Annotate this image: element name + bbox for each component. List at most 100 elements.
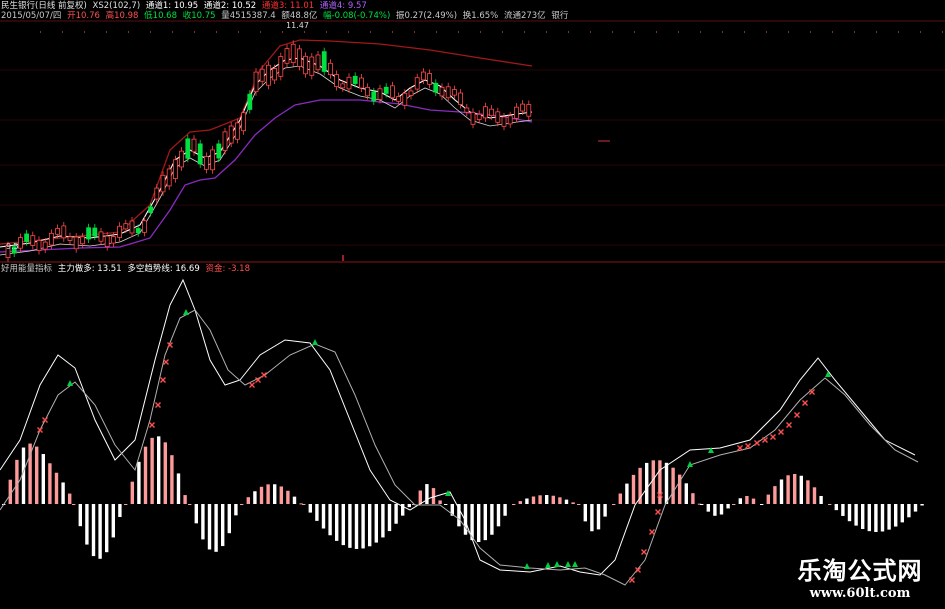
candle-body [203,156,209,170]
histogram-bar [732,504,736,505]
candle-body [42,241,48,250]
candle-body [439,86,445,97]
histogram-bar [577,504,581,505]
top-tick [128,31,129,33]
candle-body [247,93,253,110]
price-end-tick [598,140,610,142]
histogram-bar [819,495,823,504]
candle-body [507,115,513,125]
quote-amount: 额48.8亿 [281,11,318,21]
sell-marker-icon [42,417,48,423]
candle-body [135,228,141,234]
buy-marker-icon [524,563,530,569]
main-force-line [0,278,916,576]
candle-body [408,90,414,96]
candle-body [234,122,240,140]
histogram-bar [111,504,115,538]
candle-body [36,239,42,251]
histogram-bar [431,488,436,504]
sell-marker-icon [649,529,655,535]
candle-body [185,138,191,159]
candle-body [197,143,203,165]
histogram-bar [793,474,797,504]
candle-body [383,86,389,94]
histogram-bar [68,493,72,504]
histogram-bar [618,493,622,504]
candle-body [377,88,383,100]
candle-body [24,233,30,242]
histogram-bar [503,504,507,516]
histogram-bar [21,447,26,504]
quote-float: 流通273亿 [503,11,546,21]
stock-chart[interactable] [0,0,945,609]
candle-body [358,77,364,89]
top-tick [502,31,503,33]
histogram-bar [880,504,885,532]
candle-body [389,85,395,99]
top-tick [348,31,349,33]
histogram-bar [477,504,481,542]
candle-body [396,96,402,102]
histogram-bar [8,479,12,504]
histogram-bar [512,504,516,505]
quote-date: 2015/05/07/四 [1,11,62,21]
top-tick [238,31,239,33]
indicator-header: 好用能量指标 主力做多: 13.51 多空趋势线: 16.69 资金: -3.1… [1,264,253,274]
candle-body [278,56,284,77]
candle-body [92,227,98,237]
top-tick [788,31,789,33]
candle-body [520,103,525,112]
histogram-bar [35,446,39,504]
top-tick [854,31,855,33]
buy-marker-icon [183,309,189,315]
candle-body [160,174,166,193]
histogram-bar [760,504,764,505]
candle-body [340,83,346,89]
histogram-bar [315,504,319,521]
histogram-bar [201,504,205,540]
sell-marker-icon [160,377,166,383]
candle-body [80,236,85,245]
histogram-bar [664,462,669,504]
top-tick [656,31,657,33]
quote-close: 收10.75 [182,11,216,21]
buy-marker-icon [545,562,551,568]
histogram-bar [137,461,141,504]
top-tick [832,31,833,33]
histogram-bar [590,504,594,532]
top-tick [436,31,437,33]
top-tick [282,31,283,33]
candle-body [141,220,147,233]
histogram-bar [571,502,575,504]
histogram-bar [240,504,244,505]
histogram-bar [496,504,501,527]
histogram-bar [786,475,790,504]
candle-body [402,92,408,106]
top-tick [876,31,877,33]
channel-4: 通道4: 9.57 [319,1,367,11]
top-tick [392,31,393,33]
histogram-bar [558,497,562,504]
candle-body [129,220,135,234]
top-tick [370,31,371,33]
candle-body [420,71,426,81]
price-header: 民生银行(日线 前复权) XS2(102,7) 通道1: 10.95 通道2: … [1,1,370,11]
candle-body [464,107,470,113]
candle-body [98,231,104,242]
histogram-bar [773,486,777,504]
candle-body [427,73,433,85]
candle-body [73,236,79,250]
indicator-main: 主力做多: 13.51 [57,264,122,274]
histogram-bar [259,486,264,504]
candle-body [526,104,532,117]
quote-low: 低10.68 [144,11,177,21]
sell-marker-icon [641,549,647,555]
top-tick [568,31,569,33]
histogram-bar [700,504,704,505]
histogram-bar [381,504,385,538]
indicator-fund: 资金: -3.18 [205,264,250,274]
top-tick [700,31,701,33]
top-tick [480,31,481,33]
histogram-bar [48,463,52,504]
candle-body [371,91,377,102]
